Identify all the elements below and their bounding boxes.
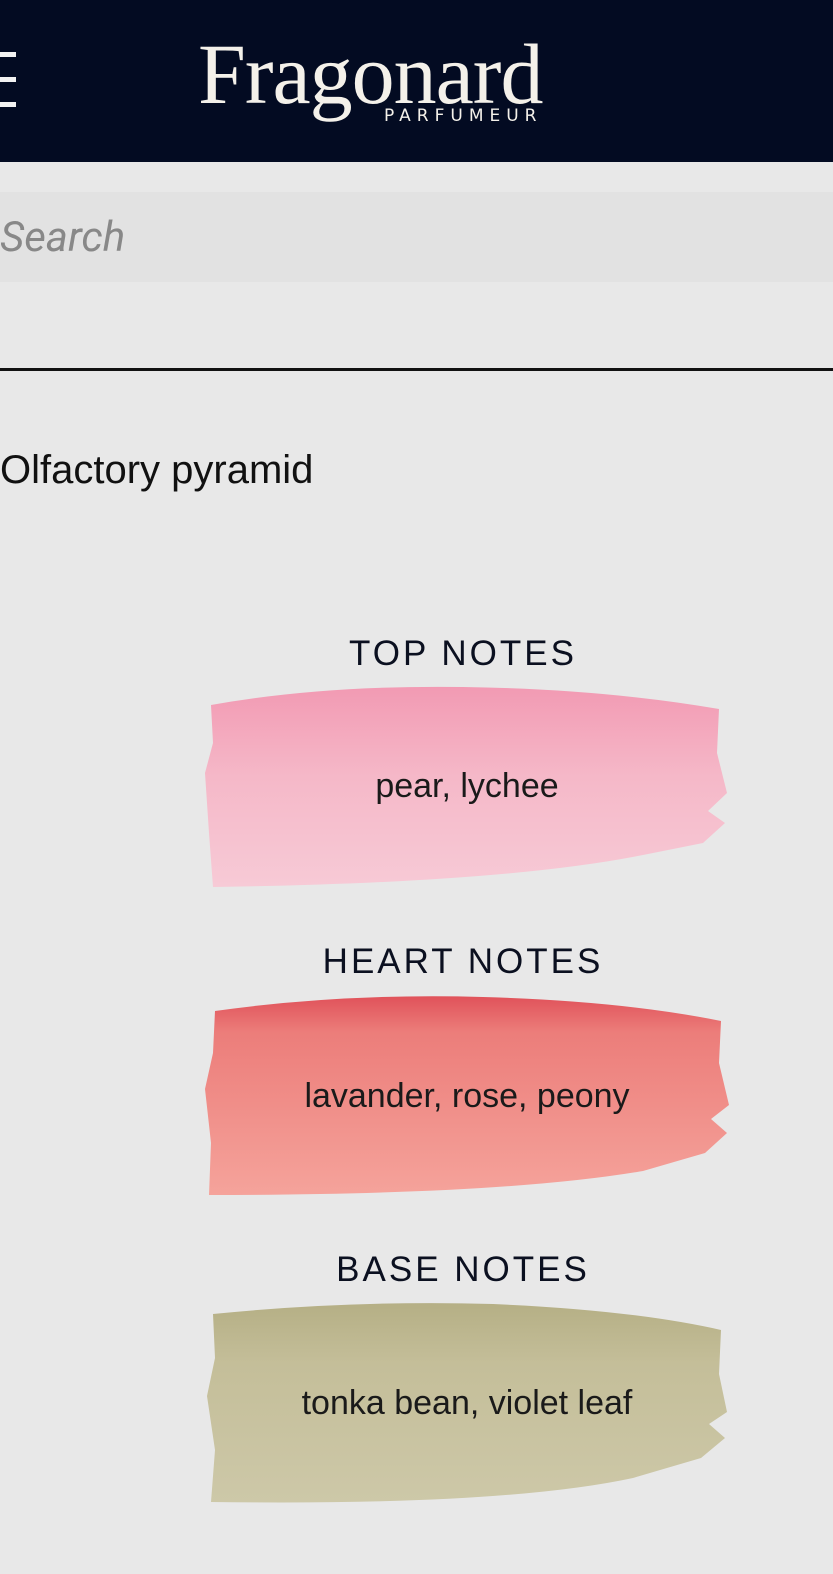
hamburger-menu-icon[interactable] bbox=[0, 52, 16, 108]
base-notes-text: tonka bean, violet leaf bbox=[301, 1383, 633, 1422]
heart-notes-swatch: lavander, rose, peony bbox=[203, 993, 731, 1199]
base-notes-swatch: tonka bean, violet leaf bbox=[203, 1300, 731, 1506]
brand-logo[interactable]: Fragonard PARFUMEUR bbox=[198, 18, 618, 130]
section-divider bbox=[0, 368, 833, 371]
top-notes-text: pear, lychee bbox=[375, 766, 559, 805]
heart-notes-label: HEART NOTES bbox=[322, 942, 604, 981]
search-input[interactable] bbox=[0, 192, 833, 282]
section-title: Olfactory pyramid bbox=[0, 448, 314, 492]
site-header: Fragonard PARFUMEUR bbox=[0, 0, 833, 162]
logo-subtitle: PARFUMEUR bbox=[384, 106, 543, 126]
top-notes-label: TOP NOTES bbox=[349, 634, 577, 673]
heart-notes-text: lavander, rose, peony bbox=[304, 1076, 630, 1115]
base-notes-label: BASE NOTES bbox=[336, 1250, 590, 1289]
top-notes-swatch: pear, lychee bbox=[203, 683, 731, 889]
search-bar bbox=[0, 192, 833, 282]
scrolled-content-remnant bbox=[0, 282, 833, 322]
